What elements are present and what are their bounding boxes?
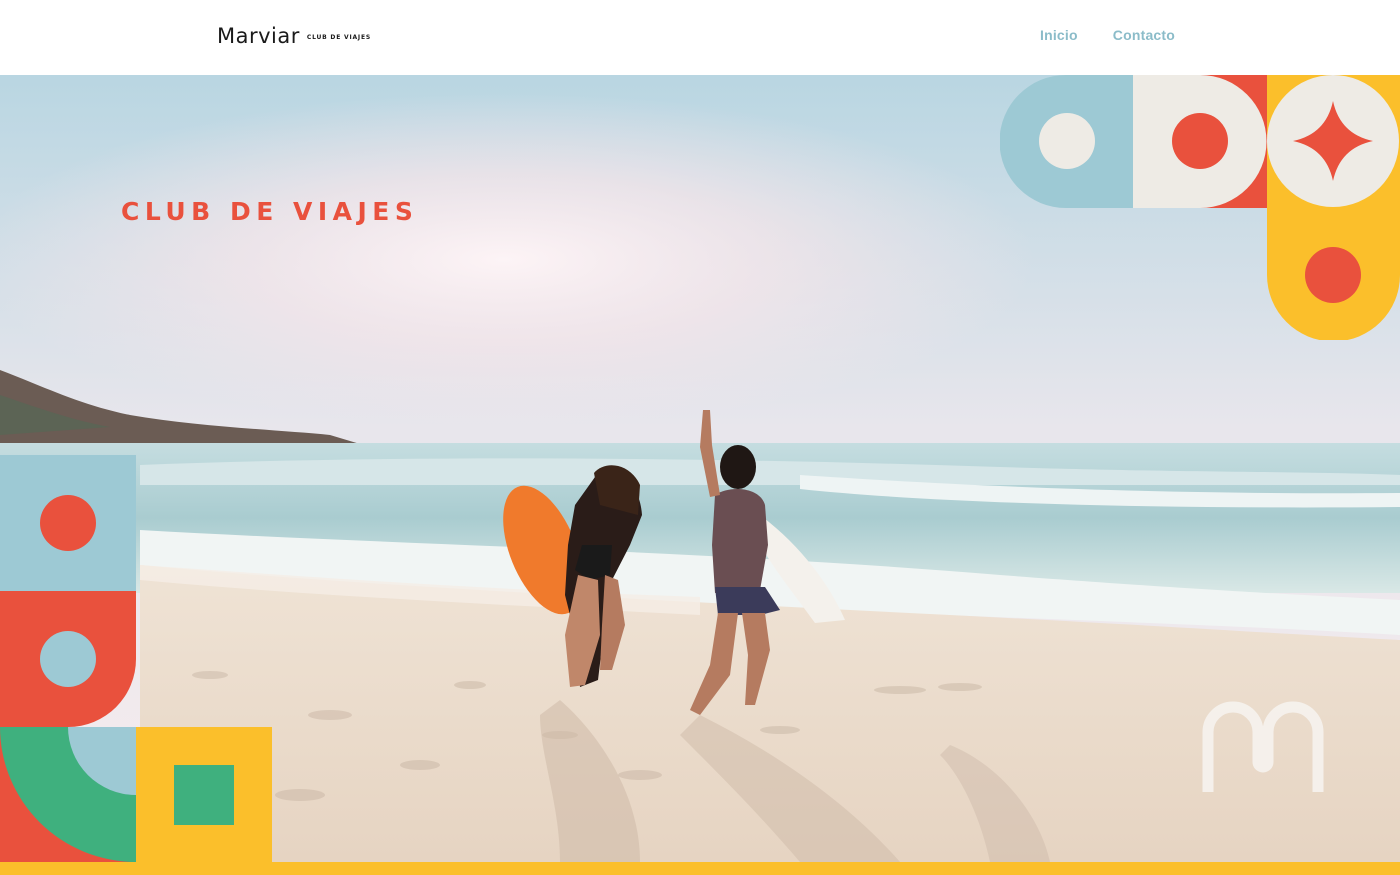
hero-title: CLUB DE VIAJES bbox=[121, 197, 419, 226]
brand-logo[interactable]: Marviar CLUB DE VIAJES bbox=[217, 24, 371, 48]
marviar-m-monogram-icon bbox=[1202, 701, 1324, 792]
nav-link-contacto[interactable]: Contacto bbox=[1113, 27, 1175, 43]
decorative-shapes-top-right bbox=[1000, 75, 1400, 340]
nav-link-inicio[interactable]: Inicio bbox=[1040, 27, 1078, 43]
site-header: Marviar CLUB DE VIAJES Inicio Contacto bbox=[0, 0, 1400, 75]
logo-tagline: CLUB DE VIAJES bbox=[306, 33, 371, 41]
main-nav: Inicio Contacto bbox=[1040, 27, 1175, 43]
bottom-accent-bar bbox=[0, 862, 1400, 875]
logo-wordmark: Marviar bbox=[217, 24, 300, 48]
hero-section: CLUB DE VIAJES bbox=[0, 75, 1400, 862]
decorative-shapes-bottom-left bbox=[0, 455, 272, 862]
